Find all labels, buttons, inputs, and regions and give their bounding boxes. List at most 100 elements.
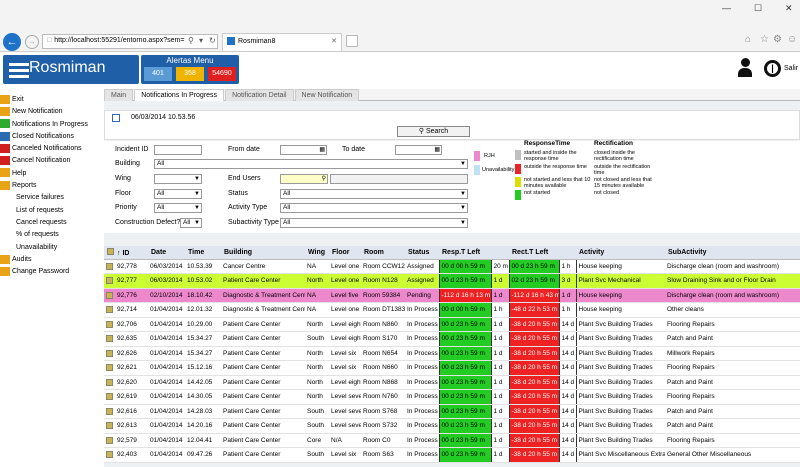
from-date-input[interactable]: ▦ [280,145,327,155]
sidebar-item[interactable]: Cancel requests [0,217,100,229]
row-detail-icon[interactable] [106,306,113,314]
sidebar-item[interactable]: Help [0,168,100,180]
maximize-icon[interactable]: ☐ [754,3,762,14]
search-icon[interactable]: ⚲ [188,36,194,45]
column-header[interactable]: Floor [329,246,361,260]
close-icon[interactable]: ✕ [785,3,793,14]
table-row[interactable]: 92,778 06/03/2014 10.53.39 Cancer Centre NA L… [104,259,800,274]
sidebar-item[interactable]: Reports [0,180,100,192]
table-row[interactable]: 92,714 01/04/2014 12.01.32 Diagnostic & Tre… [104,302,800,318]
sidebar-item[interactable]: Exit [0,94,100,106]
column-header[interactable]: ↑ ID [104,246,148,260]
sidebar-item[interactable]: % of requests [0,229,100,241]
sidebar-item[interactable]: Service failures [0,192,100,204]
activity-type-select[interactable]: All ▼ [280,203,468,213]
table-row[interactable]: 92,579 01/04/2014 12.04.41 Patient Care Cen… [104,433,800,448]
column-header[interactable] [559,246,576,260]
tab-new-notification[interactable]: New Notification [294,89,360,101]
alerts-menu[interactable]: Alertas Menu 401 358 54690 [141,55,239,84]
sidebar-item[interactable]: New Notification [0,106,100,118]
table-row[interactable]: 92,621 01/04/2014 15.12.16 Patient Care Cen… [104,360,800,376]
column-header[interactable]: SubActivity [665,246,800,260]
settings-gear-icon[interactable]: ⚙ [773,34,782,45]
back-button[interactable]: ← [3,33,21,51]
dropdown-icon[interactable]: ▾ [199,36,203,45]
table-row[interactable]: 92,619 01/04/2014 14.30.05 Patient Care Cen… [104,389,800,405]
search-icon[interactable]: ⚲ [322,175,326,183]
new-tab-button[interactable] [346,35,358,47]
sidebar-item[interactable]: Canceled Notifications [0,143,100,155]
column-header[interactable]: Wing [305,246,329,260]
tab-main[interactable]: Main [104,89,134,101]
calendar-icon[interactable]: ▦ [434,146,440,154]
column-header[interactable] [491,246,509,260]
user-icon[interactable] [738,58,752,78]
construction-defect-select[interactable]: All ▼ [180,218,202,228]
subactivity-type-select[interactable]: All ▼ [280,218,468,228]
status-select[interactable]: All ▼ [280,189,468,199]
forward-button[interactable]: → [25,35,39,49]
table-row[interactable]: 92,706 01/04/2014 10.29.00 Patient Care Cen… [104,317,800,332]
alert-badge-blue[interactable]: 401 [144,67,172,81]
floor-select[interactable]: All ▼ [154,189,202,199]
column-header[interactable]: Status [405,246,439,260]
table-row[interactable]: 92,776 02/10/2014 18.10.42 Diagnostic & Tre… [104,288,800,303]
column-header[interactable]: Resp.T Left [439,246,491,260]
row-detail-icon[interactable] [106,277,113,285]
table-row[interactable]: 92,635 01/04/2014 15.34.27 Patient Care Cen… [104,331,800,347]
table-row[interactable]: 92,616 01/04/2014 14.28.03 Patient Care Cen… [104,404,800,419]
refresh-icon[interactable]: ↻ [209,36,216,45]
alert-badge-yellow[interactable]: 358 [176,67,204,81]
tab-close-icon[interactable]: ✕ [331,37,337,45]
column-header[interactable]: Rect.T Left [509,246,559,260]
minimize-icon[interactable]: — [722,3,731,13]
building-select[interactable]: All ▼ [154,159,468,169]
logout-label[interactable]: Salir [784,65,798,72]
row-detail-icon[interactable] [106,262,113,270]
to-date-input[interactable]: ▦ [395,145,442,155]
table-row[interactable]: 92,403 01/04/2014 09.47.26 Patient Care Cen… [104,447,800,463]
sidebar-item[interactable]: Cancel Notification [0,155,100,167]
calendar-icon[interactable]: ▦ [319,146,325,154]
column-header[interactable]: Date [148,246,185,260]
row-detail-icon[interactable] [106,393,113,401]
column-header[interactable]: Building [221,246,305,260]
row-detail-icon[interactable] [106,320,113,328]
search-button[interactable]: ⚲ Search [397,126,470,137]
tab-notifications-in-progress[interactable]: Notifications In Progress [134,89,225,101]
row-detail-icon[interactable] [106,364,113,372]
sidebar-item[interactable]: Closed Notifications [0,131,100,143]
sidebar-item[interactable]: Audits [0,254,100,266]
row-detail-icon[interactable] [106,349,113,357]
column-header[interactable]: Room [361,246,405,260]
sidebar-item[interactable]: Notifications In Progress [0,119,100,131]
table-row[interactable]: 92,626 01/04/2014 15.34.27 Patient Care Cen… [104,346,800,361]
table-row[interactable]: 92,613 01/04/2014 14.20.16 Patient Care Cen… [104,418,800,434]
sidebar-item[interactable]: List of requests [0,205,100,217]
tab-notification-detail[interactable]: Notification Detail [225,89,294,101]
sidebar-item[interactable]: Unavailability [0,242,100,254]
power-icon[interactable]: | [764,60,781,77]
hamburger-icon[interactable] [9,63,29,81]
row-detail-icon[interactable] [106,451,113,459]
table-row[interactable]: 92,777 06/03/2014 10.53.02 Patient Care Cen… [104,273,800,289]
smiley-icon[interactable]: ☺ [787,34,797,45]
incident-id-input[interactable] [154,145,202,155]
alert-badge-red[interactable]: 54690 [208,67,236,81]
wing-select[interactable]: ▼ [154,174,202,184]
table-row[interactable]: 92,620 01/04/2014 14.42.05 Patient Care Cen… [104,375,800,390]
priority-select[interactable]: All ▼ [154,203,202,213]
home-icon[interactable]: ⌂ [745,34,751,45]
row-detail-icon[interactable] [106,378,113,386]
column-header[interactable]: Activity [576,246,665,260]
sidebar-item[interactable]: Change Password [0,266,100,278]
row-detail-icon[interactable] [106,436,113,444]
row-detail-icon[interactable] [106,335,113,343]
column-header[interactable]: Time [185,246,221,260]
browser-tab[interactable]: Rosmiman8 ✕ [222,33,342,51]
favorites-icon[interactable]: ☆ [760,34,769,45]
brand-menu[interactable]: Rosmiman [3,55,139,84]
row-detail-icon[interactable] [106,407,113,415]
row-detail-icon[interactable] [106,422,113,430]
end-users-input[interactable]: ⚲ [280,174,328,184]
